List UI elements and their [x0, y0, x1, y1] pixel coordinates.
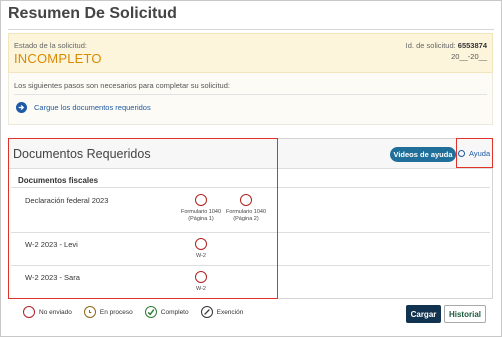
- title-divider: [8, 29, 494, 30]
- upload-docs-step-link[interactable]: Cargue los documentos requeridos: [16, 101, 151, 113]
- steps-panel: Los siguientes pasos son necesarios para…: [8, 73, 493, 125]
- exemption-icon: [200, 306, 213, 318]
- help-videos-button[interactable]: Videos de ayuda: [390, 147, 456, 162]
- request-year-range: 20__-20__: [451, 52, 487, 61]
- request-id: Id. de solicitud: 6553874: [406, 41, 487, 50]
- not-sent-icon: [23, 306, 35, 318]
- steps-intro: Los siguientes pasos son necesarios para…: [14, 81, 230, 90]
- form-status-item[interactable]: W-2: [175, 238, 227, 260]
- form-label: W-2: [196, 253, 206, 259]
- document-name: W-2 2023 - Sara: [25, 273, 80, 282]
- legend-item: No enviado: [23, 306, 72, 318]
- status-value: INCOMPLETO: [14, 51, 102, 66]
- document-row: W-2 2023 - Sara W-2: [11, 265, 490, 299]
- request-id-value: 6553874: [457, 41, 487, 50]
- status-legend: No enviado En proceso Completo Exención: [23, 306, 255, 318]
- document-row: W-2 2023 - Levi W-2: [11, 232, 490, 265]
- legend-label: Completo: [160, 308, 189, 316]
- form-label: Formulario 1040 (Página 2): [225, 209, 267, 222]
- document-name: Declaración federal 2023: [25, 196, 109, 205]
- legend-item: Exención: [200, 306, 244, 318]
- request-id-label: Id. de solicitud:: [405, 41, 456, 50]
- form-status-item[interactable]: Formulario 1040 (Página 2): [220, 194, 272, 223]
- status-panel: Estado de la solicitud: INCOMPLETO Id. d…: [8, 33, 493, 73]
- required-documents-panel: Documentos Requeridos Videos de ayuda Ay…: [8, 138, 493, 299]
- history-button[interactable]: Historial: [444, 305, 486, 323]
- in-process-icon: [83, 306, 96, 318]
- document-row: Declaración federal 2023 Formulario 1040…: [11, 187, 490, 232]
- steps-divider: [14, 94, 487, 95]
- step-label: Cargue los documentos requeridos: [34, 102, 151, 112]
- tax-documents-heading: Documentos fiscales: [18, 176, 99, 185]
- legend-label: Exención: [216, 308, 244, 316]
- page-title: Resumen De Solicitud: [8, 5, 177, 22]
- legend-item: En proceso: [83, 306, 133, 318]
- legend-item: Completo: [144, 306, 189, 318]
- arrow-right-circle-icon: [16, 101, 27, 113]
- not-sent-icon: [195, 238, 207, 250]
- form-label: W-2: [196, 286, 206, 292]
- upload-button[interactable]: Cargar: [406, 305, 441, 323]
- form-status-item[interactable]: W-2: [175, 271, 227, 293]
- status-label: Estado de la solicitud:: [14, 41, 87, 50]
- help-circle-icon: [458, 150, 465, 157]
- documents-title: Documentos Requeridos: [13, 147, 151, 161]
- not-sent-icon: [240, 194, 252, 206]
- help-link-label: Ayuda: [469, 149, 491, 158]
- complete-check-icon: [144, 306, 157, 318]
- not-sent-icon: [195, 194, 207, 206]
- documents-header: Documentos Requeridos Videos de ayuda Ay…: [9, 139, 492, 169]
- not-sent-icon: [195, 271, 207, 283]
- legend-label: No enviado: [39, 308, 72, 316]
- legend-label: En proceso: [99, 308, 133, 316]
- document-name: W-2 2023 - Levi: [25, 240, 78, 249]
- help-link[interactable]: Ayuda: [458, 149, 490, 158]
